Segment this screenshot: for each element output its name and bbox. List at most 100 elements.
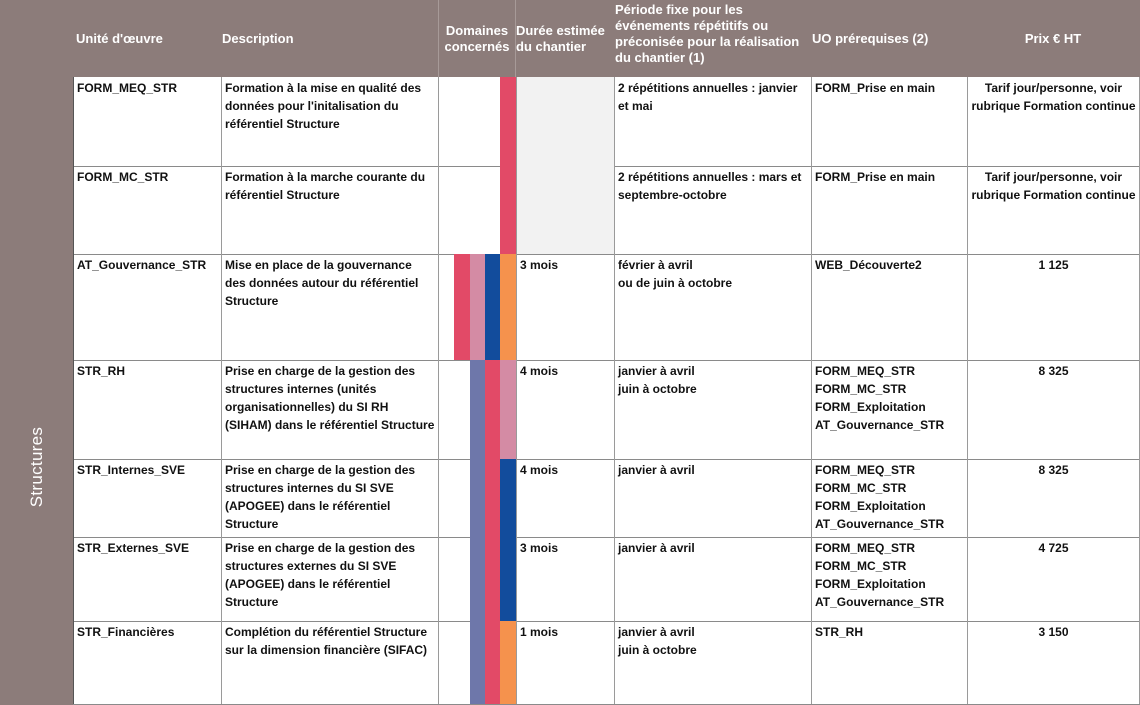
table-row: STR_Internes_SVE Prise en charge de la g… [73, 459, 1140, 538]
prerequisite-item: FORM_MEQ_STR [815, 463, 916, 477]
prerequisites-cell: FORM_MEQ_STR FORM_MC_STR FORM_Exploitati… [811, 360, 967, 459]
prerequisites-cell: STR_RH [811, 621, 967, 704]
period-line: janvier à avril [618, 625, 695, 639]
description-cell: Prise en charge de la gestion des struct… [221, 459, 438, 537]
unit-cell: FORM_MC_STR [73, 166, 222, 254]
category-column: Structures [0, 77, 73, 705]
prerequisite-item: AT_Gouvernance_STR [815, 595, 945, 609]
table-row: AT_Gouvernance_STR Mise en place de la g… [73, 254, 1140, 361]
domains-cell [438, 166, 516, 254]
domain-strip [485, 537, 501, 621]
header-separator [515, 0, 516, 77]
prerequisite-item: FORM_Exploitation [815, 577, 926, 591]
domain-strip [500, 360, 516, 459]
domains-cell [438, 77, 516, 166]
prerequisite-item: FORM_Prise en main [815, 81, 936, 95]
prerequisite-item: FORM_MC_STR [815, 382, 907, 396]
domain-strip [485, 459, 501, 537]
duration-cell: 4 mois [516, 360, 614, 459]
prerequisite-item: FORM_Exploitation [815, 400, 926, 414]
domain-strip [470, 360, 486, 459]
prerequisite-item: AT_Gouvernance_STR [815, 517, 945, 531]
domain-strip [500, 537, 516, 621]
period-line: février à avril [618, 258, 693, 272]
category-label: Structures [27, 426, 46, 508]
domain-strip [485, 254, 501, 360]
domain-strip [500, 77, 516, 166]
domain-strip [454, 254, 470, 360]
prerequisites-cell: FORM_MEQ_STR FORM_MC_STR FORM_Exploitati… [811, 459, 967, 537]
price-cell: 8 325 [967, 459, 1140, 537]
prerequisite-item: FORM_Prise en main [815, 170, 936, 184]
domain-strip [470, 254, 486, 360]
table-row: FORM_MEQ_STR Formation à la mise en qual… [73, 77, 1140, 167]
description-cell: Prise en charge de la gestion des struct… [221, 360, 438, 459]
domains-cell [438, 360, 516, 459]
duration-cell [516, 166, 614, 254]
domains-cell [438, 621, 516, 704]
prerequisites-cell: FORM_Prise en main [811, 77, 967, 166]
price-cell: 1 125 [967, 254, 1140, 360]
prerequisite-item: STR_RH [815, 625, 864, 639]
structures-table: Unité d'œuvre Description Domaines conce… [0, 0, 1140, 705]
period-cell: janvier à avril [614, 537, 811, 621]
description-cell: Complétion du référentiel Structure sur … [221, 621, 438, 704]
header-period: Période fixe pour les événements répétit… [615, 2, 800, 65]
header-unit: Unité d'œuvre [76, 30, 163, 46]
domain-strip [485, 621, 501, 704]
table-row: FORM_MC_STR Formation à la marche couran… [73, 166, 1140, 255]
price-cell: 4 725 [967, 537, 1140, 621]
description-cell: Formation à la mise en qualité des donné… [221, 77, 438, 166]
duration-cell: 3 mois [516, 537, 614, 621]
domain-strip [500, 254, 516, 360]
domain-strip [500, 166, 516, 254]
prerequisites-cell: WEB_Découverte2 [811, 254, 967, 360]
unit-cell: STR_Externes_SVE [73, 537, 222, 621]
price-cell: 3 150 [967, 621, 1140, 704]
price-cell: Tarif jour/personne, voir rubrique Forma… [967, 166, 1140, 254]
period-cell: février à avril ou de juin à octobre [614, 254, 811, 360]
duration-cell: 4 mois [516, 459, 614, 537]
unit-cell: AT_Gouvernance_STR [73, 254, 222, 360]
domains-cell [438, 537, 516, 621]
period-cell: janvier à avril juin à octobre [614, 360, 811, 459]
prerequisite-item: FORM_Exploitation [815, 499, 926, 513]
period-line: 2 répétitions annuelles : janvier et mai [618, 81, 798, 113]
description-cell: Formation à la marche courante du référe… [221, 166, 438, 254]
header-prerequisites: UO prérequises (2) [812, 30, 929, 46]
domain-strip [485, 360, 501, 459]
domain-strip [470, 459, 486, 537]
domains-cell [438, 254, 516, 360]
description-cell: Mise en place de la gouvernance des donn… [221, 254, 438, 360]
period-cell: janvier à avril [614, 459, 811, 537]
header-price: Prix € HT [1024, 30, 1082, 46]
domain-strip [500, 459, 516, 537]
duration-cell: 1 mois [516, 621, 614, 704]
prerequisite-item: FORM_MEQ_STR [815, 541, 916, 555]
period-line: janvier à avril [618, 364, 695, 378]
table-row: STR_RH Prise en charge de la gestion des… [73, 360, 1140, 460]
domain-strip [470, 537, 486, 621]
header-domains: Domaines concernés [444, 22, 510, 54]
prerequisites-cell: FORM_Prise en main [811, 166, 967, 254]
prerequisite-item: FORM_MC_STR [815, 481, 907, 495]
prerequisite-item: WEB_Découverte2 [815, 258, 922, 272]
period-line: 2 répétitions annuelles : mars et septem… [618, 170, 802, 202]
unit-cell: STR_Financières [73, 621, 222, 704]
description-cell: Prise en charge de la gestion des struct… [221, 537, 438, 621]
domain-strip [470, 621, 486, 704]
prerequisite-item: AT_Gouvernance_STR [815, 418, 945, 432]
table-header: Unité d'œuvre Description Domaines conce… [0, 0, 1140, 77]
table-row: STR_Financières Complétion du référentie… [73, 621, 1140, 705]
prerequisite-item: FORM_MEQ_STR [815, 364, 916, 378]
price-cell: 8 325 [967, 360, 1140, 459]
header-separator [438, 0, 439, 77]
period-line: juin à octobre [618, 643, 697, 657]
prerequisites-cell: FORM_MEQ_STR FORM_MC_STR FORM_Exploitati… [811, 537, 967, 621]
period-line: janvier à avril [618, 541, 695, 555]
unit-cell: STR_Internes_SVE [73, 459, 222, 537]
unit-cell: FORM_MEQ_STR [73, 77, 222, 166]
header-description: Description [222, 30, 294, 46]
prerequisite-item: FORM_MC_STR [815, 559, 907, 573]
period-cell: 2 répétitions annuelles : janvier et mai [614, 77, 811, 166]
